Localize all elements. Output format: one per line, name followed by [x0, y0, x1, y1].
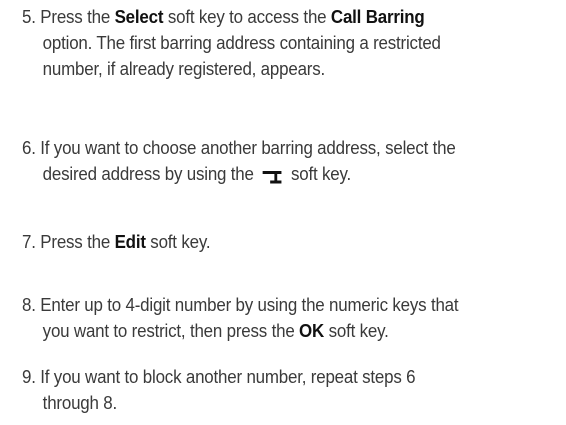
edit-softkey-label: Edit [114, 232, 146, 252]
step-number: 9. [22, 367, 36, 387]
step-5: 5. Press the Select soft key to access t… [22, 4, 530, 82]
step-text: If you want to choose another barring ad… [40, 138, 456, 158]
step-text: soft key. [145, 232, 211, 252]
select-softkey-label: Select [114, 7, 164, 27]
step-text: soft key to access the [163, 7, 331, 27]
ok-softkey-label: OK [299, 321, 325, 341]
step-text: number, if already registered, appears. [42, 59, 326, 79]
manual-page: 5. Press the Select soft key to access t… [0, 0, 566, 425]
step-8: 8. Enter up to 4-digit number by using t… [22, 292, 530, 344]
step-text: soft key. [324, 321, 389, 341]
step-text: Enter up to 4-digit number by using the … [40, 295, 459, 315]
step-number: 7. [22, 232, 36, 252]
step-text: through 8. [42, 393, 118, 413]
step-9: 9. If you want to block another number, … [22, 364, 530, 416]
call-barring-label: Call Barring [330, 7, 425, 27]
step-7: 7. Press the Edit soft key. [22, 229, 530, 255]
down-arrow-softkey-icon [262, 165, 283, 184]
step-text-line: desired address by using the soft key. [22, 161, 530, 187]
step-text: option. The first barring address contai… [42, 33, 441, 53]
step-text: Press the [40, 7, 115, 27]
step-6: 6. If you want to choose another barring… [22, 135, 530, 187]
step-number: 8. [22, 295, 36, 315]
step-number: 6. [22, 138, 36, 158]
step-text: desired address by using the [42, 164, 259, 184]
step-text: If you want to block another number, rep… [40, 367, 416, 387]
step-text: you want to restrict, then press the [42, 321, 300, 341]
step-number: 5. [22, 7, 36, 27]
step-text-line: you want to restrict, then press the OK … [22, 318, 530, 344]
step-text: Press the [40, 232, 115, 252]
step-text: soft key. [286, 164, 352, 184]
